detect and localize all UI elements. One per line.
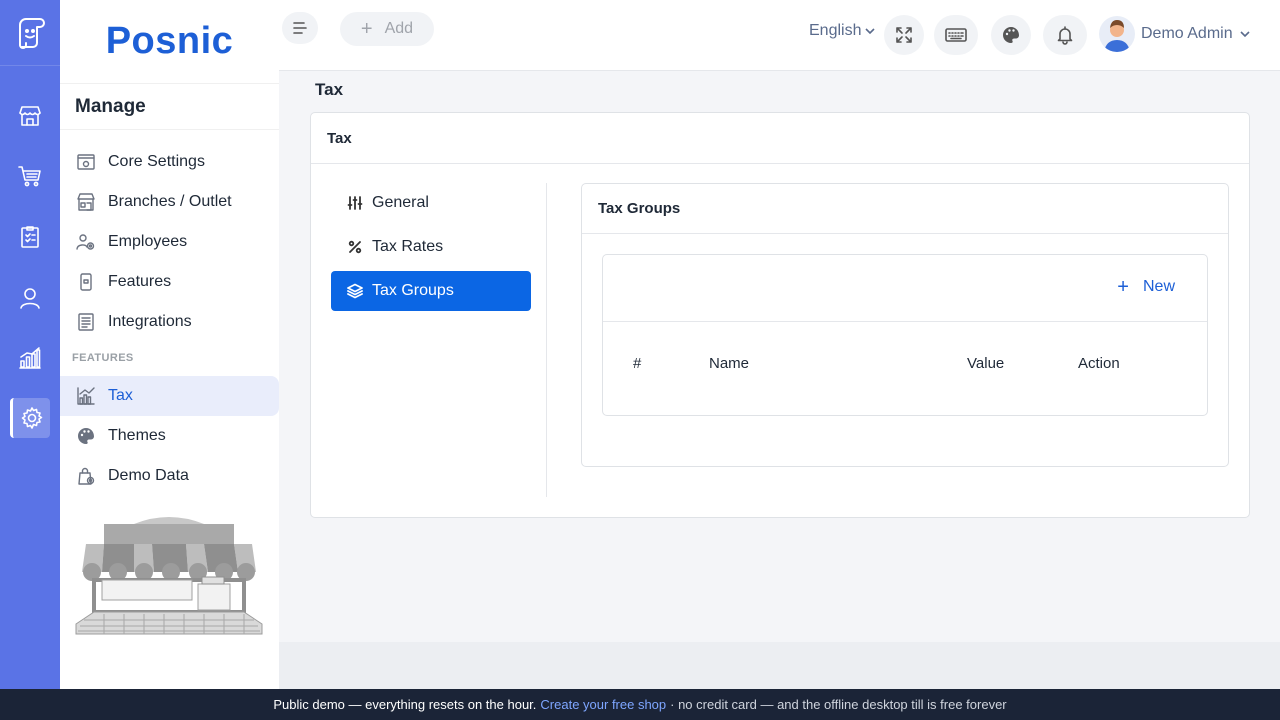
rail-user-button[interactable] [10,278,50,318]
language-selector[interactable]: English [809,22,876,40]
content-footer [279,642,1280,689]
clipboard-icon [21,226,39,248]
rail-store-button[interactable] [10,96,50,136]
sidebar-item-label: Integrations [108,313,192,330]
notifications-button[interactable] [1043,15,1087,55]
tax-card: Tax General Tax Rates Tax Groups Tax Gro… [310,112,1250,518]
column-header-index: # [633,355,642,372]
sidebar-item-label: Employees [108,233,188,250]
employees-gear-icon [76,234,95,250]
brand-name[interactable]: Posnic [60,0,279,84]
logo-icon [19,17,45,49]
layers-icon [347,283,363,299]
sidebar-item-label: Features [108,273,172,290]
sidebar-heading: Manage [60,84,279,130]
banner-text: Public demo — everything resets on the h… [273,697,537,712]
store-icon [19,106,41,126]
sidebar-item-core-settings[interactable]: Core Settings [60,142,279,182]
column-header-action: Action [1078,355,1120,372]
sliders-icon [347,196,363,210]
top-bar: + Add English Demo Admin [279,0,1280,71]
list-icon [78,313,94,331]
column-header-name: Name [709,355,750,372]
panel-title: Tax Groups [582,184,1228,234]
fullscreen-button[interactable] [884,15,924,55]
rail-analytics-button[interactable] [10,338,50,378]
plus-icon: + [360,18,373,40]
tabs-divider [546,183,547,497]
bell-icon [1057,26,1073,45]
sidebar: Posnic Manage Core Settings Branches / O… [60,0,279,689]
add-button[interactable]: + Add [340,12,434,46]
tab-general[interactable]: General [331,183,531,223]
user-name: Demo Admin [1141,25,1233,42]
sidebar-item-features[interactable]: Features [60,262,279,302]
percent-icon [348,240,362,254]
sidebar-item-demo-data[interactable]: Demo Data [60,456,279,496]
tab-label: General [372,194,429,211]
chevron-down-icon [865,28,876,35]
tab-tax-rates[interactable]: Tax Rates [331,227,531,267]
new-tax-group-button[interactable]: + New [1117,277,1175,297]
sidebar-item-label: Themes [108,427,166,444]
add-button-label: Add [384,20,414,37]
tab-tax-groups[interactable]: Tax Groups [331,271,531,311]
palette-icon [78,428,94,444]
sidebar-toggle-button[interactable] [282,12,318,44]
sidebar-item-themes[interactable]: Themes [60,416,279,456]
settings-panel-icon [77,154,95,170]
user-avatar-icon [1104,20,1130,52]
sidebar-item-label: Core Settings [108,153,205,170]
sidebar-item-integrations[interactable]: Integrations [60,302,279,342]
gear-icon [21,407,42,429]
store-icon [77,193,95,211]
sidebar-item-label: Branches / Outlet [108,193,232,210]
plus-icon: + [1117,276,1129,298]
icon-rail [0,0,60,689]
cart-icon [18,166,41,187]
tax-groups-panel: Tax Groups + New # Name Value Action [581,183,1229,467]
rail-cart-button[interactable] [10,156,50,196]
user-icon [20,288,40,309]
create-shop-link[interactable]: Create your free shop [540,697,666,712]
sidebar-item-tax[interactable]: Tax [60,376,279,416]
tax-groups-table: + New # Name Value Action [602,254,1208,416]
demo-banner: Public demo — everything resets on the h… [0,689,1280,720]
card-title: Tax [311,113,1249,164]
bar-chart-icon [19,347,41,369]
rail-reports-button[interactable] [10,217,50,257]
tab-label: Tax Groups [372,282,454,299]
shop-illustration [75,517,263,635]
keyboard-icon [945,28,967,42]
menu-icon [293,22,307,34]
banner-subtext: · no credit card — and the offline deskt… [670,697,1007,712]
rail-settings-button[interactable] [10,398,50,438]
sidebar-item-employees[interactable]: Employees [60,222,279,262]
avatar [1099,16,1135,52]
theme-button[interactable] [991,15,1031,55]
sidebar-item-label: Demo Data [108,467,189,484]
section-label-features: FEATURES [72,352,134,364]
new-button-label: New [1142,278,1175,295]
fullscreen-icon [896,27,912,43]
tab-label: Tax Rates [372,238,444,255]
sidebar-item-branches[interactable]: Branches / Outlet [60,182,279,222]
page-title: Tax [315,80,344,99]
user-menu[interactable]: Demo Admin [1099,16,1251,52]
chart-icon [77,387,95,405]
app-logo[interactable] [0,0,60,66]
column-header-value: Value [967,355,1005,372]
table-divider [603,321,1207,322]
phone-icon [80,273,92,291]
palette-icon [1003,27,1019,43]
sidebar-item-label: Tax [108,387,133,404]
keyboard-shortcuts-button[interactable] [934,15,978,55]
language-label: English [809,22,862,39]
bag-gear-icon [78,467,95,485]
chevron-down-icon [1240,31,1250,38]
